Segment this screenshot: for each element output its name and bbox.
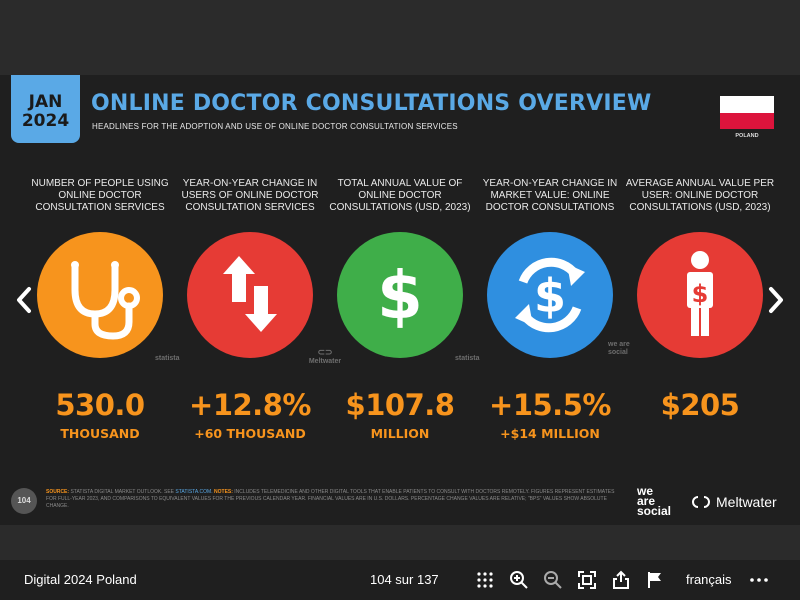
footer-notes: SOURCE: STATISTA DIGITAL MARKET OUTLOOK.… bbox=[46, 489, 615, 509]
document-title: Digital 2024 Poland bbox=[24, 572, 137, 587]
up-down-arrows-icon bbox=[187, 232, 313, 358]
next-slide-button[interactable] bbox=[766, 285, 786, 315]
metric-users-change: YEAR-ON-YEAR CHANGE IN USERS OF ONLINE D… bbox=[175, 178, 325, 441]
metric-label: YEAR-ON-YEAR CHANGE IN MARKET VALUE: ONL… bbox=[482, 178, 618, 213]
metric-value: $205 bbox=[660, 388, 740, 422]
presentation-viewer: JAN 2024 ONLINE DOCTOR CONSULTATIONS OVE… bbox=[0, 0, 800, 560]
metric-sub: MILLION bbox=[370, 426, 430, 441]
slide-subtitle: HEADLINES FOR THE ADOPTION AND USE OF ON… bbox=[92, 122, 458, 131]
metric-value-per-user: AVERAGE ANNUAL VALUE PER USER: ONLINE DO… bbox=[625, 178, 775, 426]
fullscreen-icon[interactable] bbox=[577, 570, 597, 590]
metric-value: +15.5% bbox=[489, 388, 611, 422]
share-icon[interactable] bbox=[611, 570, 631, 590]
metric-market-value: TOTAL ANNUAL VALUE OF ONLINE DOCTOR CONS… bbox=[325, 178, 475, 441]
dollar-cycle-icon: $ bbox=[487, 232, 613, 358]
metric-label: AVERAGE ANNUAL VALUE PER USER: ONLINE DO… bbox=[625, 178, 775, 213]
zoom-in-icon[interactable] bbox=[509, 570, 529, 590]
country-label: POLAND bbox=[735, 133, 759, 139]
poland-flag-icon bbox=[720, 96, 774, 129]
meltwater-watermark: ⊂⊃ Meltwater bbox=[308, 347, 342, 365]
slide: JAN 2024 ONLINE DOCTOR CONSULTATIONS OVE… bbox=[0, 75, 800, 525]
page-indicator: 104 sur 137 bbox=[370, 572, 439, 587]
stethoscope-icon bbox=[37, 232, 163, 358]
meltwater-logo: Meltwater bbox=[690, 494, 777, 510]
zoom-out-icon[interactable] bbox=[543, 570, 563, 590]
date-badge: JAN 2024 bbox=[11, 75, 80, 143]
person-dollar-icon: $ bbox=[637, 232, 763, 358]
we-are-social-logo: we are social bbox=[637, 484, 672, 518]
slide-page-number: 104 bbox=[11, 488, 37, 514]
svg-text:$: $ bbox=[534, 269, 566, 323]
svg-text:$: $ bbox=[377, 257, 423, 334]
more-icon[interactable] bbox=[749, 570, 769, 590]
metric-value: 530.0 bbox=[55, 388, 145, 422]
statista-watermark: statista bbox=[155, 355, 180, 362]
was-watermark: we are social bbox=[608, 341, 630, 356]
metric-value: +12.8% bbox=[189, 388, 311, 422]
language-selector[interactable]: français bbox=[686, 572, 732, 587]
metric-value: $107.8 bbox=[345, 388, 455, 422]
metric-value-change: YEAR-ON-YEAR CHANGE IN MARKET VALUE: ONL… bbox=[475, 178, 625, 441]
grid-icon[interactable] bbox=[475, 570, 495, 590]
dollar-icon: $ bbox=[337, 232, 463, 358]
metric-label: YEAR-ON-YEAR CHANGE IN USERS OF ONLINE D… bbox=[181, 178, 319, 213]
prev-slide-button[interactable] bbox=[14, 285, 34, 315]
metric-label: NUMBER OF PEOPLE USING ONLINE DOCTOR CON… bbox=[31, 178, 169, 213]
metric-sub: +$14 MILLION bbox=[500, 426, 600, 441]
metric-sub: THOUSAND bbox=[60, 426, 140, 441]
metric-sub: +60 THOUSAND bbox=[194, 426, 306, 441]
svg-text:$: $ bbox=[692, 280, 709, 308]
badge-year: 2024 bbox=[21, 111, 70, 131]
metric-users: NUMBER OF PEOPLE USING ONLINE DOCTOR CON… bbox=[25, 178, 175, 441]
statista-watermark: statista bbox=[455, 355, 480, 362]
flag-icon[interactable] bbox=[645, 570, 665, 590]
metric-label: TOTAL ANNUAL VALUE OF ONLINE DOCTOR CONS… bbox=[329, 178, 471, 213]
slide-title: ONLINE DOCTOR CONSULTATIONS OVERVIEW bbox=[91, 91, 652, 116]
badge-month: JAN bbox=[28, 92, 63, 112]
viewer-toolbar: Digital 2024 Poland 104 sur 137 français bbox=[0, 560, 800, 600]
